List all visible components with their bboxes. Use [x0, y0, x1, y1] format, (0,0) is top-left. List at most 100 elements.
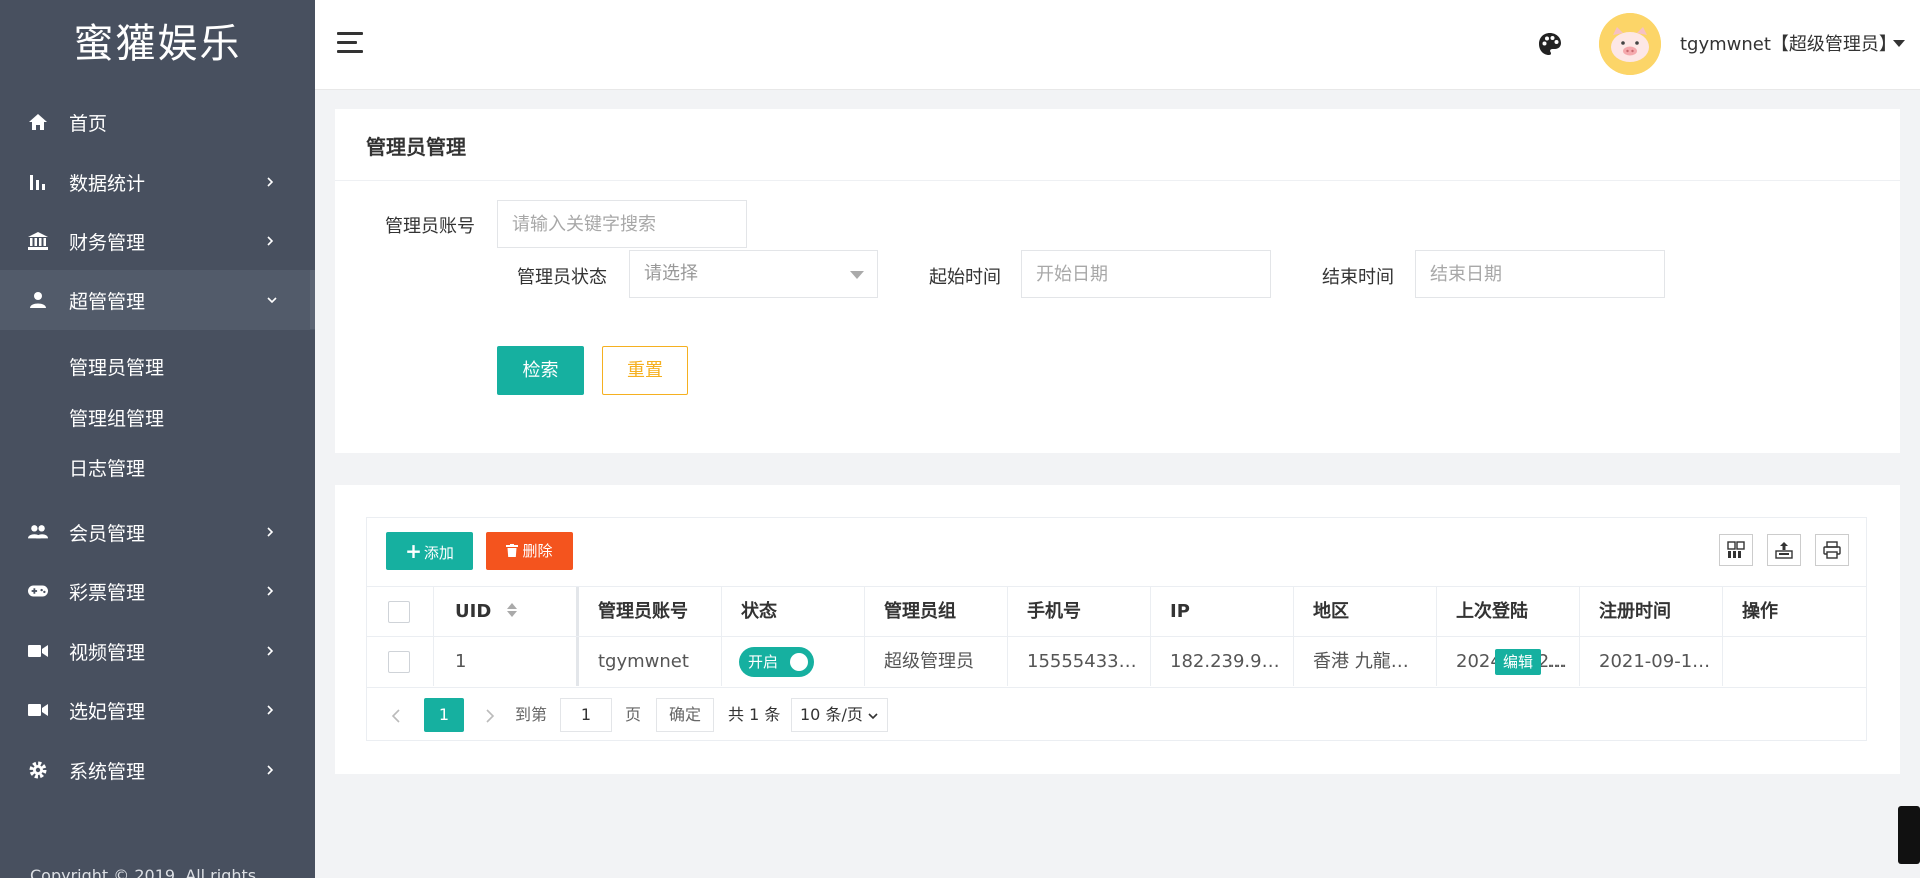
chevron-right-icon	[266, 680, 274, 740]
goto-page-input[interactable]: 1	[560, 698, 612, 732]
cell-group: 超级管理员	[884, 651, 974, 672]
cell-region: 香港 九龍…	[1313, 651, 1409, 672]
total-count: 共 1 条	[728, 705, 781, 724]
sidebar: 蜜獾娱乐 首页 数据统计 财务管理 超管管理 管理员管理 管理组管理 日志管理 …	[0, 0, 315, 878]
sidebar-item-label: 选妃管理	[69, 700, 146, 723]
top-header: tgymwnet【超级管理员】	[315, 0, 1920, 90]
sidebar-item-finance[interactable]: 财务管理	[0, 211, 315, 271]
sidebar-item-members[interactable]: 会员管理	[0, 502, 315, 562]
users-icon	[28, 522, 48, 542]
sidebar-item-label: 视频管理	[69, 641, 146, 664]
more-actions[interactable]: …	[1547, 637, 1565, 686]
columns-filter-icon[interactable]	[1719, 534, 1753, 566]
cell-phone: 15555433…	[1027, 651, 1137, 672]
select-arrow-icon	[850, 271, 864, 279]
column-header-label: UID	[455, 601, 492, 622]
row-checkbox[interactable]	[388, 651, 410, 673]
sidebar-item-label: 首页	[69, 112, 108, 135]
user-menu-label[interactable]: tgymwnet【超级管理员】	[1680, 30, 1897, 56]
sidebar-item-lottery[interactable]: 彩票管理	[0, 561, 315, 621]
column-header-phone: 手机号	[1027, 601, 1081, 622]
caret-down-icon[interactable]	[1893, 40, 1905, 47]
gear-icon	[28, 760, 48, 780]
palette-icon[interactable]	[1537, 31, 1563, 57]
table-row: 1 tgymwnet 开启 超级管理员 15555433… 182.239.9……	[367, 637, 1866, 688]
video-camera-icon	[28, 641, 48, 661]
select-all-checkbox[interactable]	[388, 601, 410, 623]
divider	[335, 180, 1900, 181]
sidebar-subitem-log-manage[interactable]: 日志管理	[69, 454, 145, 481]
avatar[interactable]	[1599, 13, 1661, 75]
page-number-current[interactable]: 1	[424, 698, 464, 732]
page-unit-label: 页	[625, 705, 642, 724]
delete-button[interactable]: 删除	[486, 532, 573, 570]
gamepad-icon	[28, 581, 48, 601]
chevron-right-icon	[266, 740, 274, 800]
sidebar-item-label: 彩票管理	[69, 581, 146, 604]
column-header-registered: 注册时间	[1599, 601, 1671, 622]
sidebar-item-system[interactable]: 系统管理	[0, 740, 315, 800]
sidebar-subitem-group-manage[interactable]: 管理组管理	[69, 404, 164, 431]
page-size-value: 10 条/页	[800, 705, 863, 724]
end-date-input[interactable]	[1415, 250, 1665, 298]
goto-label: 到第	[515, 705, 548, 724]
toggle-knob	[790, 653, 808, 671]
edit-button[interactable]: 编辑	[1495, 649, 1541, 675]
sidebar-item-label: 数据统计	[69, 172, 146, 195]
start-date-input[interactable]	[1021, 250, 1271, 298]
scrollbar-handle[interactable]	[1898, 806, 1920, 864]
print-icon[interactable]	[1815, 534, 1849, 566]
export-icon[interactable]	[1767, 534, 1801, 566]
sidebar-item-home[interactable]: 首页	[0, 92, 315, 152]
column-header-uid[interactable]: UID	[455, 587, 518, 636]
active-indicator	[310, 270, 315, 329]
chevron-right-icon	[266, 621, 274, 681]
table-panel: + 添加 删除 UID 管理员账号 状态 管理员组 手机号 IP 地区 上次登陆…	[335, 485, 1900, 774]
add-button-label: 添加	[423, 544, 454, 562]
status-select-value: 请选择	[644, 263, 698, 284]
chevron-right-icon	[266, 152, 274, 212]
page-size-select[interactable]: 10 条/页	[791, 698, 888, 732]
account-search-input[interactable]	[497, 200, 747, 248]
sidebar-item-super-admin[interactable]: 超管管理	[0, 270, 315, 330]
user-icon	[28, 290, 48, 310]
status-select[interactable]: 请选择	[629, 250, 878, 298]
bar-chart-icon	[28, 172, 48, 192]
page-title: 管理员管理	[366, 135, 466, 159]
trash-icon	[506, 533, 519, 571]
status-toggle[interactable]: 开启	[739, 647, 814, 677]
sidebar-item-label: 超管管理	[69, 290, 146, 313]
data-table: + 添加 删除 UID 管理员账号 状态 管理员组 手机号 IP 地区 上次登陆…	[366, 517, 1867, 741]
chevron-right-icon	[266, 211, 274, 271]
next-page-icon[interactable]	[485, 698, 495, 732]
sidebar-subitem-admin-manage[interactable]: 管理员管理	[69, 353, 164, 380]
add-button[interactable]: + 添加	[386, 532, 473, 570]
sidebar-item-video[interactable]: 视频管理	[0, 621, 315, 681]
column-header-account: 管理员账号	[598, 601, 688, 622]
cell-account: tgymwnet	[598, 651, 689, 672]
status-label: 管理员状态	[517, 267, 607, 288]
sidebar-item-label: 系统管理	[69, 760, 146, 783]
menu-toggle-icon[interactable]	[337, 32, 365, 56]
start-time-label: 起始时间	[929, 267, 1001, 288]
account-label: 管理员账号	[385, 216, 475, 237]
copyright-text: Copyright © 2019. All rights	[30, 866, 257, 878]
prev-page-icon[interactable]	[391, 698, 401, 732]
reset-button[interactable]: 重置	[602, 346, 688, 395]
confirm-page-button[interactable]: 确定	[656, 698, 714, 732]
cell-uid: 1	[455, 651, 467, 672]
column-header-ip: IP	[1170, 601, 1190, 622]
chevron-right-icon	[266, 561, 274, 621]
sort-icon[interactable]	[506, 588, 518, 637]
column-header-status: 状态	[741, 601, 777, 622]
chevron-down-icon	[266, 270, 278, 330]
chevron-right-icon	[266, 502, 274, 562]
column-header-region: 地区	[1313, 601, 1349, 622]
sidebar-item-label: 会员管理	[69, 522, 146, 545]
sidebar-item-selection[interactable]: 选妃管理	[0, 680, 315, 740]
search-button[interactable]: 检索	[497, 346, 584, 395]
sidebar-item-label: 财务管理	[69, 231, 146, 254]
delete-button-label: 删除	[522, 542, 553, 560]
sidebar-item-statistics[interactable]: 数据统计	[0, 152, 315, 212]
cell-registered: 2021-09-1…	[1599, 651, 1711, 672]
